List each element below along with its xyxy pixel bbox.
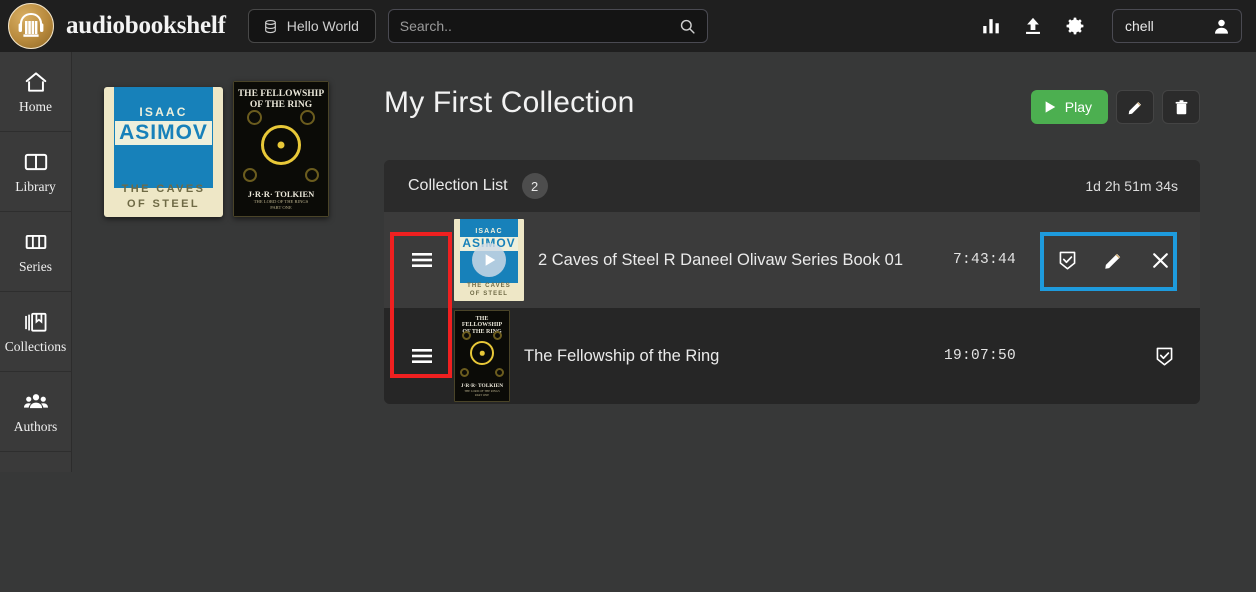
columns-icon <box>25 235 46 250</box>
collection-count-badge: 2 <box>521 173 548 199</box>
collection-list-label: Collection List <box>408 177 508 194</box>
sidebar-item-label: Series <box>19 259 52 275</box>
app-header: audiobookshelf Hello World Search.. chel… <box>0 0 1256 52</box>
book-open-icon <box>24 154 47 171</box>
stats-icon[interactable] <box>974 9 1008 43</box>
cover-caves-of-steel: ISAAC ASIMOV THE CAVES OF STEEL <box>104 87 223 217</box>
settings-icon[interactable] <box>1058 9 1092 43</box>
play-circle-icon[interactable] <box>472 243 506 277</box>
table-row[interactable]: ISAAC ASIMOV THE CAVESOF STEEL 2 Caves o… <box>384 212 1200 308</box>
cover-title: THE FELLOWSHIP OF THE RING <box>237 88 325 110</box>
row-title[interactable]: The Fellowship of the Ring <box>524 347 719 366</box>
remove-icon[interactable] <box>1147 246 1175 274</box>
brand-title: audiobookshelf <box>66 12 226 39</box>
cover-subtitle: THE LORD OF THE RINGS PART ONE <box>253 198 309 210</box>
sidebar-nav: Home Library Series Collections Authors <box>0 52 72 472</box>
library-selector[interactable]: Hello World <box>247 9 376 43</box>
user-name: chell <box>1125 18 1154 34</box>
authors-group-icon <box>23 394 48 409</box>
collection-total-duration: 1d 2h 51m 34s <box>1085 178 1178 194</box>
delete-collection-button[interactable] <box>1162 90 1200 124</box>
cover-author-top: ISAAC <box>139 105 188 120</box>
drag-handle-icon[interactable] <box>394 212 450 308</box>
home-icon <box>25 72 46 92</box>
collections-icon <box>24 313 46 332</box>
play-icon <box>1045 101 1056 113</box>
collection-list-header: Collection List 2 1d 2h 51m 34s <box>384 160 1200 212</box>
page-title: My First Collection <box>384 86 635 119</box>
collection-actions: Play <box>1030 90 1200 124</box>
search-input[interactable] <box>399 18 679 34</box>
mark-finished-icon[interactable] <box>1150 342 1178 370</box>
sidebar-item-collections[interactable]: Collections <box>0 292 71 372</box>
user-avatar-icon <box>1215 19 1228 34</box>
row-duration: 7:43:44 <box>952 252 1016 268</box>
collection-list-card: Collection List 2 1d 2h 51m 34s ISAAC AS… <box>384 160 1200 404</box>
cover-author-main: ASIMOV <box>114 120 213 145</box>
user-menu-button[interactable]: chell <box>1112 9 1242 43</box>
cover-fellowship-of-the-ring: THE FELLOWSHIP OF THE RING J·R·R· TOLKIEN… <box>233 81 329 217</box>
cover-title: THE CAVES OF STEEL <box>121 183 206 210</box>
table-row[interactable]: THE FELLOWSHIP OF THE RING J·R·R· TOLKIEN… <box>384 308 1200 404</box>
pencil-icon <box>1128 101 1141 114</box>
sidebar-item-label: Collections <box>4 339 67 355</box>
sidebar-item-label: Library <box>15 179 56 195</box>
sidebar-item-label: Authors <box>13 419 58 435</box>
search-box[interactable] <box>387 9 708 43</box>
main-content: ISAAC ASIMOV THE CAVES OF STEEL THE FELLO… <box>72 52 1256 592</box>
audiobookshelf-logo-icon[interactable] <box>8 3 54 49</box>
library-name: Hello World <box>286 18 359 34</box>
row-actions <box>1050 342 1178 370</box>
sidebar-item-series[interactable]: Series <box>0 212 71 292</box>
database-icon <box>264 19 276 33</box>
search-icon[interactable] <box>679 18 696 35</box>
collection-cover-stack: ISAAC ASIMOV THE CAVES OF STEEL THE FELLO… <box>104 81 329 217</box>
edit-icon[interactable] <box>1100 246 1128 274</box>
drag-handle-icon[interactable] <box>394 308 450 404</box>
cover-author: J·R·R· TOLKIEN <box>247 188 315 199</box>
row-cover-caves-of-steel[interactable]: ISAAC ASIMOV THE CAVESOF STEEL <box>454 219 524 301</box>
edit-collection-button[interactable] <box>1116 90 1154 124</box>
row-actions <box>1050 246 1178 274</box>
sidebar-item-home[interactable]: Home <box>0 52 71 132</box>
row-title[interactable]: 2 Caves of Steel R Daneel Olivaw Series … <box>538 251 903 270</box>
sidebar-item-library[interactable]: Library <box>0 132 71 212</box>
play-label: Play <box>1064 99 1092 115</box>
trash-icon <box>1175 99 1187 114</box>
play-button[interactable]: Play <box>1030 90 1108 124</box>
row-cover-fellowship-of-the-ring[interactable]: THE FELLOWSHIP OF THE RING J·R·R· TOLKIEN… <box>454 310 510 402</box>
sidebar-item-authors[interactable]: Authors <box>0 372 71 452</box>
mark-finished-icon[interactable] <box>1053 246 1081 274</box>
sidebar-item-label: Home <box>19 99 52 115</box>
upload-icon[interactable] <box>1016 9 1050 43</box>
row-duration: 19:07:50 <box>943 348 1016 364</box>
